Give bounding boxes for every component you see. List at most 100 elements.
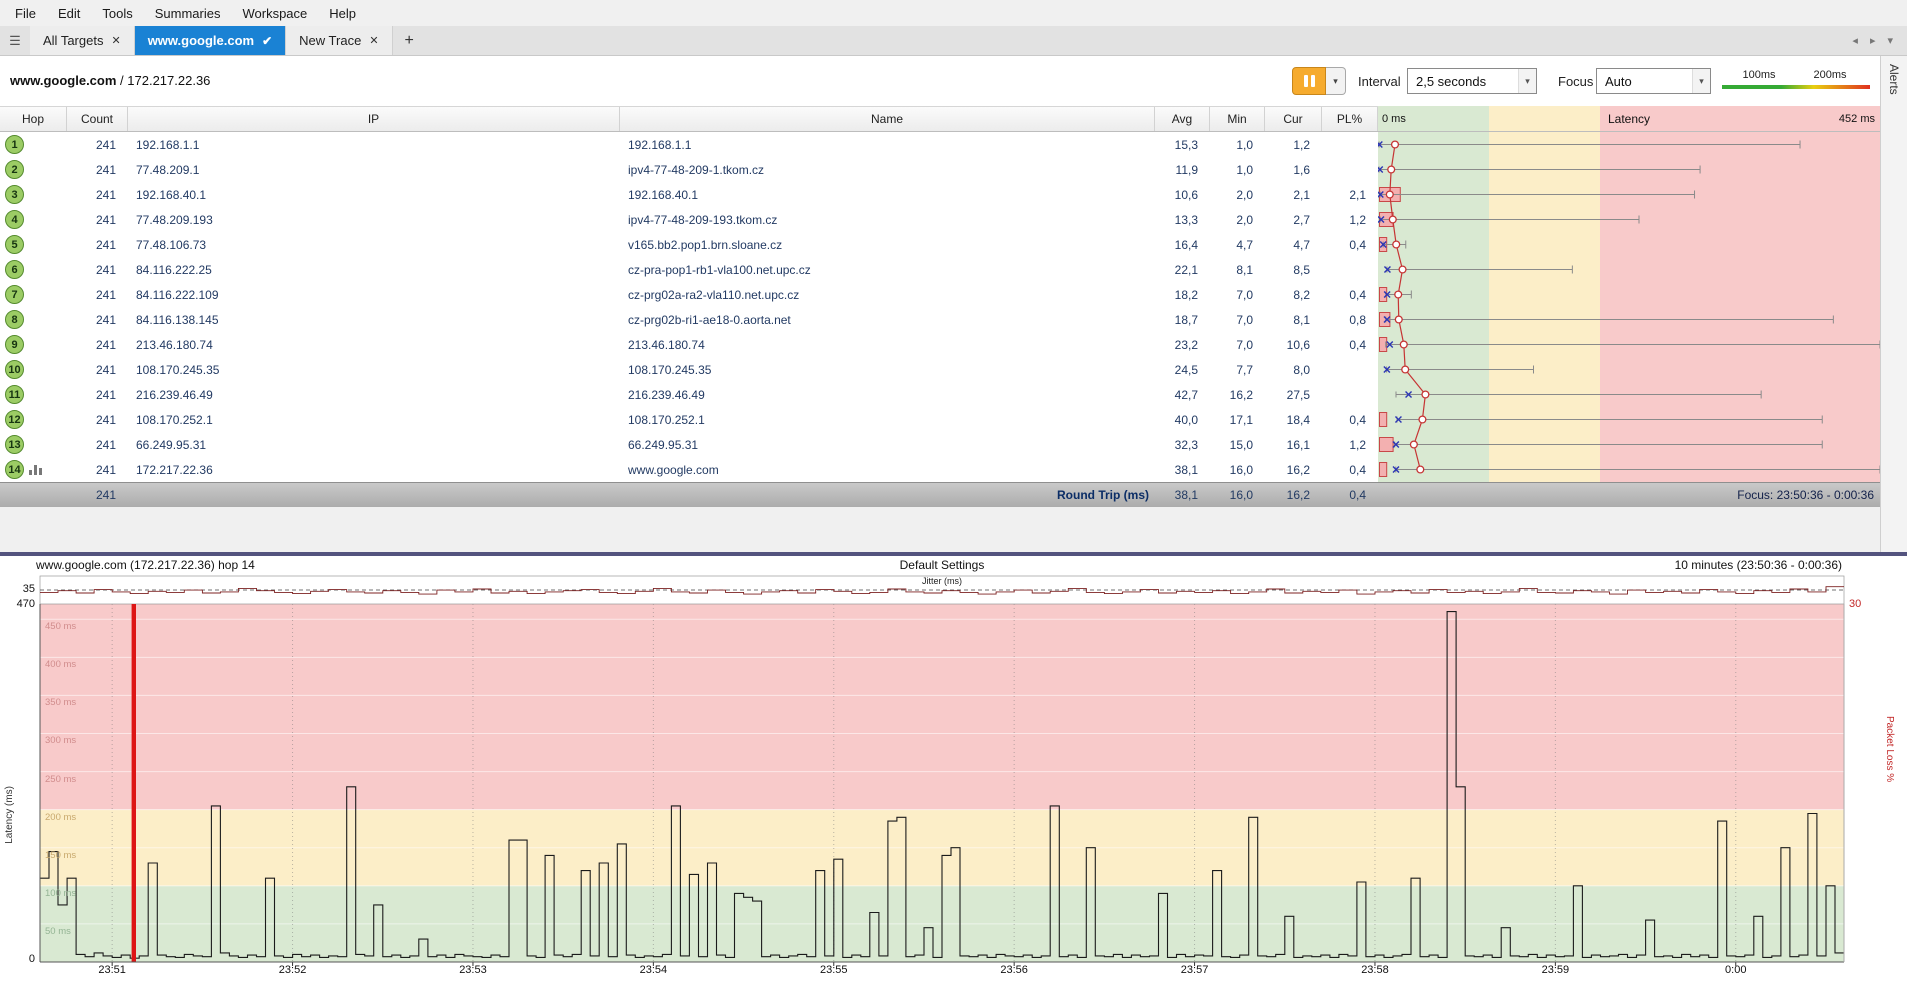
menu-item-edit[interactable]: Edit <box>47 1 91 26</box>
column-header-name[interactable]: Name <box>620 107 1155 131</box>
column-header-min[interactable]: Min <box>1210 107 1265 131</box>
band-label: 100 ms <box>45 888 76 899</box>
cell-avg: 32,3 <box>1155 438 1210 452</box>
interval-select[interactable]: 2,5 seconds ▾ <box>1407 68 1537 94</box>
band-label: 400 ms <box>45 659 76 670</box>
timeline-indicator-icon[interactable] <box>29 464 42 475</box>
scroll-tabs-right-icon[interactable]: ▸ <box>1870 34 1876 47</box>
cell-ip: 84.116.222.109 <box>128 288 620 302</box>
timeline-settings-label[interactable]: Default Settings <box>40 558 1844 572</box>
cell-hop: 1 <box>0 132 67 157</box>
tab-menu-dropdown-icon[interactable]: ▾ <box>1887 34 1893 47</box>
timeline-graph[interactable] <box>0 556 1907 997</box>
hop-row-4[interactable]: 424177.48.209.193ipv4-77-48-209-193.tkom… <box>0 207 1378 232</box>
cell-min: 15,0 <box>1210 438 1265 452</box>
cell-pl: 1,2 <box>1322 213 1378 227</box>
hop-row-2[interactable]: 224177.48.209.1ipv4-77-48-209-1.tkom.cz1… <box>0 157 1378 182</box>
pause-dropdown-button[interactable]: ▾ <box>1326 67 1346 95</box>
column-header-cur[interactable]: Cur <box>1265 107 1322 131</box>
cell-ip: 77.48.209.1 <box>128 163 620 177</box>
cell-min: 1,0 <box>1210 138 1265 152</box>
hop-row-12[interactable]: 12241108.170.252.1108.170.252.140,017,11… <box>0 407 1378 432</box>
scroll-tabs-left-icon[interactable]: ◂ <box>1852 34 1858 47</box>
hop-row-3[interactable]: 3241192.168.40.1192.168.40.110,62,02,12,… <box>0 182 1378 207</box>
band-label: 250 ms <box>45 774 76 785</box>
tab-all-targets[interactable]: All Targets✕ <box>30 26 135 55</box>
alerts-tab[interactable]: Alerts <box>1881 56 1901 95</box>
menu-item-workspace[interactable]: Workspace <box>231 1 318 26</box>
close-tab-icon[interactable]: ✕ <box>369 34 378 47</box>
hop-number-badge: 13 <box>5 435 24 454</box>
cell-name: cz-prg02a-ra2-vla110.net.upc.cz <box>620 288 1155 302</box>
tab-list-icon[interactable]: ☰ <box>0 26 30 55</box>
cell-avg: 16,4 <box>1155 238 1210 252</box>
cell-pl: 0,4 <box>1322 463 1378 477</box>
cell-count: 241 <box>67 438 128 452</box>
cell-count: 241 <box>67 338 128 352</box>
chevron-down-icon: ▾ <box>1333 76 1338 87</box>
hop-row-7[interactable]: 724184.116.222.109cz-prg02a-ra2-vla110.n… <box>0 282 1378 307</box>
latency-band-background <box>1378 106 1880 482</box>
cell-cur: 4,7 <box>1265 238 1322 252</box>
cell-count: 241 <box>67 413 128 427</box>
cell-avg: 24,5 <box>1155 363 1210 377</box>
chevron-down-icon: ▾ <box>1518 69 1536 93</box>
cell-avg: 22,1 <box>1155 263 1210 277</box>
hop-number-badge: 2 <box>5 160 24 179</box>
cell-count: 241 <box>67 163 128 177</box>
cell-pl: 2,1 <box>1322 188 1378 202</box>
cell-cur: 2,1 <box>1265 188 1322 202</box>
band-label: 350 ms <box>45 697 76 708</box>
hop-number-badge: 6 <box>5 260 24 279</box>
hop-row-5[interactable]: 524177.48.106.73v165.bb2.pop1.brn.sloane… <box>0 232 1378 257</box>
cell-count: 241 <box>67 388 128 402</box>
target-host: www.google.com <box>10 73 116 88</box>
hop-row-1[interactable]: 1241192.168.1.1192.168.1.115,31,01,2 <box>0 132 1378 157</box>
hop-number-badge: 7 <box>5 285 24 304</box>
x-axis-label: 23:58 <box>1361 964 1389 976</box>
cell-min: 16,2 <box>1210 388 1265 402</box>
menu-item-tools[interactable]: Tools <box>91 1 143 26</box>
column-header-pl[interactable]: PL% <box>1322 107 1378 131</box>
menu-item-help[interactable]: Help <box>318 1 367 26</box>
column-header-avg[interactable]: Avg <box>1155 107 1210 131</box>
cell-hop: 11 <box>0 382 67 407</box>
pause-button[interactable] <box>1292 67 1326 95</box>
summary-count: 241 <box>67 488 128 502</box>
cell-ip: 192.168.40.1 <box>128 188 620 202</box>
column-header-ip[interactable]: IP <box>128 107 620 131</box>
hop-row-11[interactable]: 11241216.239.46.49216.239.46.4942,716,22… <box>0 382 1378 407</box>
tab-new-trace[interactable]: New Trace✕ <box>286 26 392 55</box>
active-check-icon: ✔ <box>262 34 272 48</box>
cell-hop: 6 <box>0 257 67 282</box>
hop-row-14[interactable]: 14241172.217.22.36www.google.com38,116,0… <box>0 457 1378 482</box>
cell-pl: 0,4 <box>1322 288 1378 302</box>
hop-row-8[interactable]: 824184.116.138.145cz-prg02b-ri1-ae18-0.a… <box>0 307 1378 332</box>
column-header-latency[interactable]: 0 ms Latency 452 ms <box>1378 106 1880 132</box>
band-label: 50 ms <box>45 926 71 937</box>
cell-min: 7,0 <box>1210 288 1265 302</box>
timeline-graph-panel[interactable]: www.google.com (172.217.22.36) hop 14 De… <box>0 556 1907 997</box>
cell-hop: 14 <box>0 457 67 482</box>
focus-select[interactable]: Auto ▾ <box>1596 68 1711 94</box>
hop-row-6[interactable]: 624184.116.222.25cz-pra-pop1-rb1-vla100.… <box>0 257 1378 282</box>
cell-min: 17,1 <box>1210 413 1265 427</box>
cell-avg: 23,2 <box>1155 338 1210 352</box>
close-tab-icon[interactable]: ✕ <box>111 34 120 47</box>
cell-min: 1,0 <box>1210 163 1265 177</box>
legend-200ms-label: 200ms <box>1813 69 1846 81</box>
cell-min: 16,0 <box>1210 463 1265 477</box>
hop-row-13[interactable]: 1324166.249.95.3166.249.95.3132,315,016,… <box>0 432 1378 457</box>
hop-row-9[interactable]: 9241213.46.180.74213.46.180.7423,27,010,… <box>0 332 1378 357</box>
target-header-bar: www.google.com / 172.217.22.36 ▾ Interva… <box>0 56 1880 106</box>
x-axis-label: 23:55 <box>820 964 848 976</box>
menu-item-file[interactable]: File <box>4 1 47 26</box>
new-tab-button[interactable]: + <box>393 26 426 55</box>
pause-split-button: ▾ <box>1292 67 1346 95</box>
x-axis-label: 23:51 <box>98 964 126 976</box>
column-header-hop[interactable]: Hop <box>0 107 67 131</box>
menu-item-summaries[interactable]: Summaries <box>144 1 232 26</box>
hop-row-10[interactable]: 10241108.170.245.35108.170.245.3524,57,7… <box>0 357 1378 382</box>
tab-www-google-com[interactable]: www.google.com✔ <box>135 26 286 55</box>
column-header-count[interactable]: Count <box>67 107 128 131</box>
